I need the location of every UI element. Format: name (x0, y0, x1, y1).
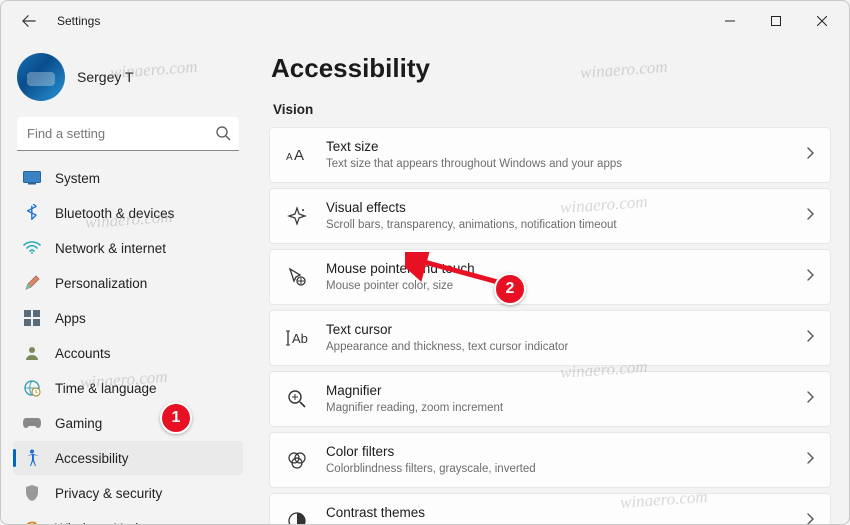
card-title: Text cursor (326, 321, 806, 339)
color-filters-icon (286, 449, 308, 471)
accessibility-icon (23, 449, 41, 467)
card-text-size[interactable]: AA Text sizeText size that appears throu… (269, 127, 831, 183)
card-title: Visual effects (326, 199, 806, 217)
person-icon (23, 344, 41, 362)
card-text-cursor[interactable]: Ab Text cursorAppearance and thickness, … (269, 310, 831, 366)
sidebar-item-label: Personalization (55, 276, 147, 291)
sidebar-item-label: Accessibility (55, 451, 129, 466)
section-heading: Vision (273, 102, 831, 117)
cursor-icon (286, 266, 308, 288)
card-color-filters[interactable]: Color filtersColorblindness filters, gra… (269, 432, 831, 488)
annotation-badge-1: 1 (160, 402, 192, 434)
chevron-right-icon (806, 146, 814, 164)
sidebar-item-label: Privacy & security (55, 486, 162, 501)
svg-text:A: A (294, 147, 304, 164)
display-icon (23, 169, 41, 187)
titlebar: Settings (1, 1, 849, 41)
card-visual-effects[interactable]: Visual effectsScroll bars, transparency,… (269, 188, 831, 244)
sidebar-item-update[interactable]: Windows Update (13, 511, 243, 524)
main-panel: Accessibility Vision AA Text sizeText si… (251, 41, 849, 524)
sidebar-item-time[interactable]: Time & language (13, 371, 243, 405)
search-icon (215, 125, 231, 146)
search-input[interactable] (17, 117, 239, 151)
profile-block[interactable]: Sergey T (13, 45, 243, 117)
arrow-left-icon (22, 14, 36, 28)
text-cursor-icon: Ab (286, 327, 308, 349)
sidebar-item-gaming[interactable]: Gaming (13, 406, 243, 440)
card-subtitle: Magnifier reading, zoom increment (326, 401, 806, 416)
sidebar-item-label: System (55, 171, 100, 186)
card-title: Mouse pointer and touch (326, 260, 806, 278)
card-contrast-themes[interactable]: Contrast themesColor themes for low visi… (269, 493, 831, 524)
content-area: Sergey T System Bluetooth & devices Netw… (1, 41, 849, 524)
sidebar-item-label: Network & internet (55, 241, 166, 256)
card-subtitle: Mouse pointer color, size (326, 279, 806, 294)
sidebar-item-personalization[interactable]: Personalization (13, 266, 243, 300)
sidebar-item-apps[interactable]: Apps (13, 301, 243, 335)
card-subtitle: Text size that appears throughout Window… (326, 157, 806, 172)
sidebar-item-system[interactable]: System (13, 161, 243, 195)
sidebar-item-accounts[interactable]: Accounts (13, 336, 243, 370)
card-subtitle: Colorblindness filters, grayscale, inver… (326, 462, 806, 477)
sidebar-item-label: Accounts (55, 346, 111, 361)
wifi-icon (23, 239, 41, 257)
card-subtitle: Appearance and thickness, text cursor in… (326, 340, 806, 355)
globe-clock-icon (23, 379, 41, 397)
chevron-right-icon (806, 207, 814, 225)
annotation-badge-2: 2 (494, 273, 526, 305)
bluetooth-icon (23, 204, 41, 222)
text-size-icon: AA (286, 144, 308, 166)
card-title: Color filters (326, 443, 806, 461)
chevron-right-icon (806, 268, 814, 286)
gamepad-icon (23, 414, 41, 432)
close-button[interactable] (799, 5, 845, 37)
window-title: Settings (57, 14, 100, 28)
sparkle-icon (286, 205, 308, 227)
chevron-right-icon (806, 451, 814, 469)
shield-icon (23, 484, 41, 502)
chevron-right-icon (806, 390, 814, 408)
minimize-icon (725, 16, 735, 26)
sidebar-item-label: Bluetooth & devices (55, 206, 174, 221)
search-box (17, 117, 239, 151)
card-mouse-pointer[interactable]: Mouse pointer and touchMouse pointer col… (269, 249, 831, 305)
sidebar: Sergey T System Bluetooth & devices Netw… (1, 41, 251, 524)
sidebar-item-label: Windows Update (55, 521, 157, 525)
back-button[interactable] (13, 5, 45, 37)
update-icon (23, 519, 41, 524)
sidebar-item-label: Gaming (55, 416, 102, 431)
sidebar-item-privacy[interactable]: Privacy & security (13, 476, 243, 510)
avatar (17, 53, 65, 101)
chevron-right-icon (806, 512, 814, 524)
card-title: Text size (326, 138, 806, 156)
sidebar-item-label: Apps (55, 311, 86, 326)
svg-text:Ab: Ab (292, 331, 308, 346)
apps-icon (23, 309, 41, 327)
close-icon (817, 16, 827, 26)
sidebar-item-bluetooth[interactable]: Bluetooth & devices (13, 196, 243, 230)
maximize-icon (771, 16, 781, 26)
sidebar-item-accessibility[interactable]: Accessibility (13, 441, 243, 475)
card-subtitle: Color themes for low vision, light sensi… (326, 523, 806, 524)
paintbrush-icon (23, 274, 41, 292)
card-subtitle: Scroll bars, transparency, animations, n… (326, 218, 806, 233)
minimize-button[interactable] (707, 5, 753, 37)
sidebar-item-network[interactable]: Network & internet (13, 231, 243, 265)
maximize-button[interactable] (753, 5, 799, 37)
magnifier-icon (286, 388, 308, 410)
profile-name: Sergey T (77, 69, 134, 85)
sidebar-item-label: Time & language (55, 381, 157, 396)
page-title: Accessibility (271, 53, 831, 84)
card-magnifier[interactable]: MagnifierMagnifier reading, zoom increme… (269, 371, 831, 427)
settings-window: Settings Sergey T System Bluetooth & dev… (0, 0, 850, 525)
card-title: Magnifier (326, 382, 806, 400)
chevron-right-icon (806, 329, 814, 347)
svg-text:A: A (286, 152, 293, 163)
card-title: Contrast themes (326, 504, 806, 522)
contrast-icon (286, 510, 308, 524)
